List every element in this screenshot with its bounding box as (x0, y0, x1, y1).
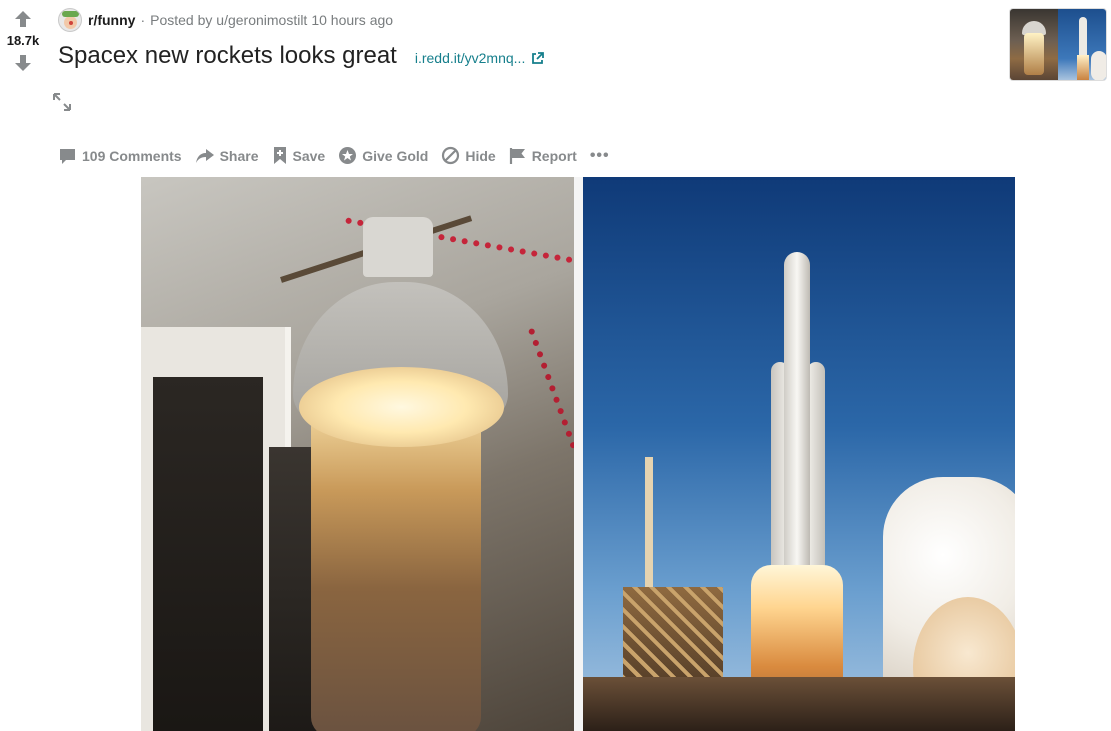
give-gold-button[interactable]: Give Gold (338, 146, 428, 165)
posted-by-label: Posted by (150, 12, 213, 28)
hide-button[interactable]: Hide (441, 146, 496, 165)
more-options-button[interactable]: ••• (590, 147, 610, 165)
share-arrow-icon (195, 148, 214, 163)
give-gold-label: Give Gold (362, 147, 429, 164)
share-button[interactable]: Share (195, 147, 259, 165)
share-label: Share (219, 147, 259, 164)
report-label: Report (531, 147, 577, 164)
subreddit-avatar[interactable] (58, 8, 82, 32)
downvote-arrow-icon (15, 55, 31, 71)
domain-link[interactable]: i.redd.it/yv2mnq... (415, 50, 545, 66)
comments-button[interactable]: 109 Comments (58, 147, 182, 165)
post-title[interactable]: Spacex new rockets looks great (58, 42, 397, 70)
thumbnail-rocket (1058, 9, 1106, 80)
subreddit-link[interactable]: r/funny (88, 12, 135, 28)
image-panel-cat-lamp (141, 177, 574, 731)
domain-text: i.redd.it/yv2mnq... (414, 50, 526, 66)
hide-label: Hide (465, 147, 496, 164)
flag-icon (509, 147, 525, 164)
thumbnail-cat-lamp (1010, 9, 1058, 80)
meta-separator: · (140, 12, 146, 28)
upvote-button[interactable] (12, 8, 34, 30)
image-divider (574, 177, 583, 731)
upvote-arrow-icon (15, 11, 31, 27)
vote-column: 18.7k (0, 8, 46, 74)
post-time: 10 hours ago (311, 12, 394, 28)
external-link-icon (531, 51, 545, 65)
downvote-button[interactable] (12, 52, 34, 74)
comments-label: 109 Comments (82, 147, 182, 164)
report-button[interactable]: Report (509, 147, 577, 165)
post-action-bar: 109 Comments Share Save Give Gold Hide R… (58, 146, 610, 165)
gold-star-icon (339, 147, 357, 164)
author-link[interactable]: u/geronimostilt (216, 12, 307, 28)
post-thumbnail[interactable] (1009, 8, 1107, 81)
bookmark-plus-icon (273, 147, 286, 164)
image-panel-rocket (583, 177, 1015, 731)
vote-score: 18.7k (6, 33, 40, 48)
comment-bubble-icon (60, 148, 75, 164)
save-label: Save (292, 147, 326, 164)
post-title-row: Spacex new rockets looks great i.redd.it… (58, 42, 545, 70)
save-button[interactable]: Save (272, 146, 326, 165)
hide-slash-icon (442, 146, 460, 165)
post-meta: r/funny · Posted by u/geronimostilt 10 h… (58, 8, 393, 32)
post-image[interactable] (141, 177, 1015, 731)
expand-icon[interactable] (52, 92, 72, 112)
